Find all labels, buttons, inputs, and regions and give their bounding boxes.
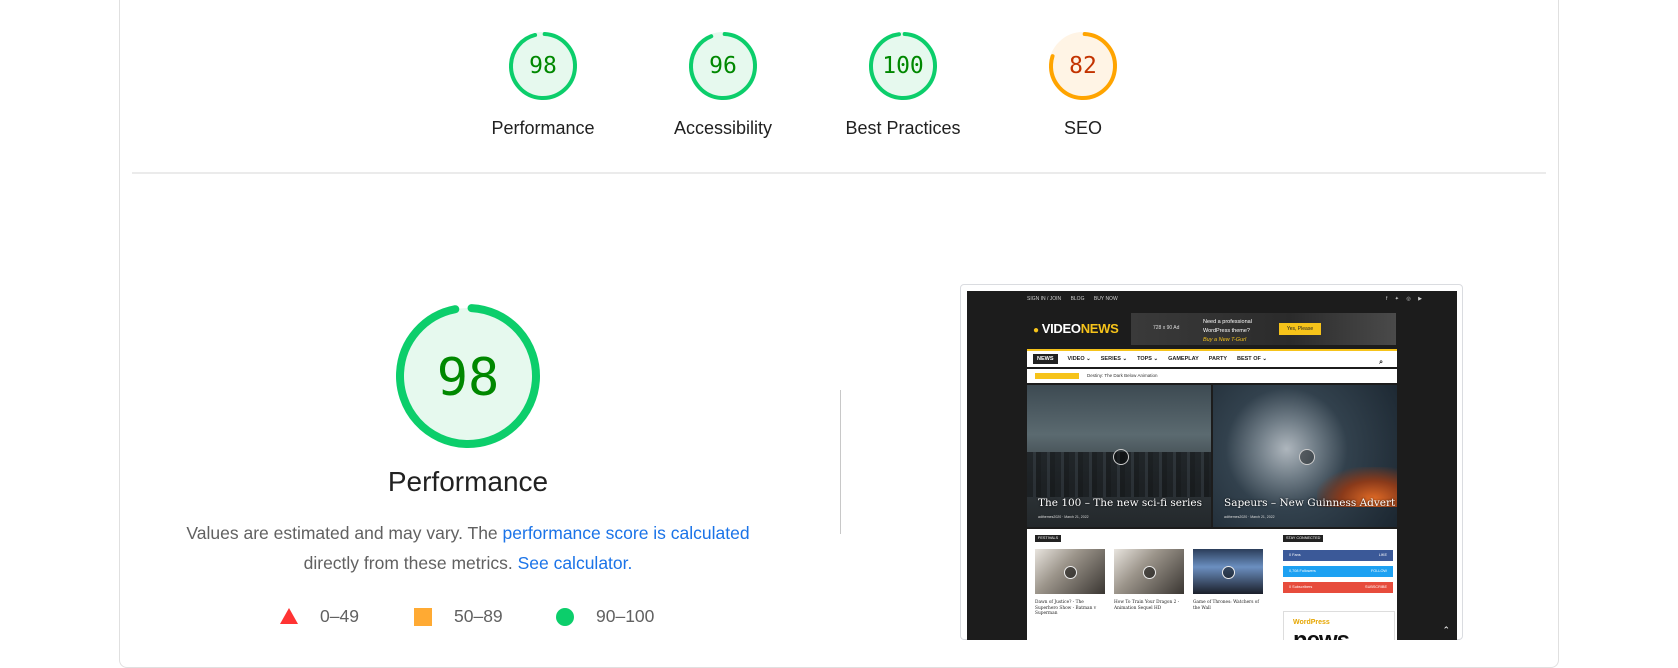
legend-range: 90–100: [596, 606, 655, 626]
gauge-label: Performance: [491, 118, 595, 138]
thumb-topbar-link: BUY NOW: [1093, 296, 1118, 302]
score-calculation-link[interactable]: performance score is calculated: [503, 523, 750, 543]
search-icon: ⌕: [1379, 359, 1383, 366]
social-action: SUBSCRIBE: [1365, 585, 1387, 589]
gauge-label: Best Practices: [845, 118, 961, 138]
gauge-score: 98: [529, 53, 557, 79]
play-icon: [1064, 566, 1077, 579]
logo-prefix: VIDEO: [1041, 321, 1081, 336]
thumb-card: [1035, 549, 1105, 594]
trending-badge: [1035, 373, 1079, 379]
thumb-logo: ● VIDEONEWS: [1033, 321, 1119, 336]
ad-line: Buy a New T-Gurl: [1203, 337, 1247, 343]
ad-button: Yes, Please: [1279, 323, 1321, 335]
social-youtube: 0 Subscribers SUBSCRIBE: [1283, 582, 1393, 593]
social-action: FOLLOW: [1370, 569, 1387, 573]
card-title: Game of Thrones: Watchers of the Wall: [1193, 600, 1259, 611]
thumb-social-icons: f ✦ ◎ ▶: [1386, 296, 1425, 302]
triangle-icon: [280, 608, 298, 624]
vertical-divider: [840, 390, 841, 534]
gauge-accessibility[interactable]: 96 Accessibility: [653, 30, 793, 139]
section-divider: [132, 172, 1546, 174]
circle-icon: [556, 608, 574, 626]
thumb-ad-banner: 728 x 90 Ad Need a professional WordPres…: [1131, 313, 1396, 345]
thumb-nav-item: PARTY: [1208, 356, 1227, 362]
thumb-topbar: SIGN IN / JOIN BLOG BUY NOW f ✦ ◎ ▶: [1027, 296, 1447, 308]
play-icon: [1299, 449, 1315, 465]
legend-range: 50–89: [454, 606, 503, 626]
hero-caption: The 100 – The new sci-fi series: [1038, 497, 1203, 509]
ad-line: WordPress theme?: [1203, 328, 1250, 334]
performance-gauge: 98: [396, 304, 540, 448]
thumb-trending-bar: Destiny: The Dark Below Animation: [1027, 369, 1397, 383]
desc-text: Values are estimated and may vary. The: [186, 523, 503, 543]
card-title: Dawn of Justice? - The Superhero Show - …: [1035, 600, 1097, 616]
category-summary: 98 Performance 96 Accessibility 100 Best…: [0, 0, 1678, 170]
thumb-nav-item: SERIES ⌄: [1100, 356, 1128, 362]
gauge-score: 96: [709, 53, 737, 79]
social-count: 0 Subscribers: [1289, 585, 1313, 589]
social-twitter: 0,708 Followers FOLLOW: [1283, 566, 1393, 577]
gauge-score: 82: [1069, 53, 1097, 79]
trending-text: Destiny: The Dark Below Animation: [1087, 373, 1158, 378]
ad-line: Need a professional: [1203, 319, 1252, 325]
logo-dot-icon: ●: [1033, 325, 1039, 336]
legend-range: 0–49: [320, 606, 359, 626]
square-icon: [414, 608, 432, 626]
section-label: FESTIVALS: [1035, 535, 1062, 542]
thumb-wp-ad: WordPress news: [1283, 611, 1395, 640]
thumb-lower-section: FESTIVALS STAY CONNECTED Dawn of Justice…: [1027, 529, 1397, 640]
thumb-nav-item: TOPS ⌄: [1137, 356, 1159, 362]
social-facebook: 0 Fans LIKE: [1283, 550, 1393, 561]
gauge-ring: 96: [689, 31, 757, 100]
thumb-nav-item: VIDEO ⌄: [1067, 356, 1091, 362]
hero-meta: adthemes2020 · March 21, 2022: [1038, 515, 1089, 519]
social-count: 0,708 Followers: [1289, 569, 1316, 573]
gauge-label: Accessibility: [673, 118, 773, 138]
performance-description: Values are estimated and may vary. The p…: [150, 518, 786, 578]
wp-ad-big: news: [1293, 627, 1350, 640]
wp-ad-small: WordPress: [1293, 619, 1330, 626]
desc-text: directly from these metrics.: [303, 553, 518, 573]
thumb-hero-left: The 100 – The new sci-fi series adthemes…: [1027, 385, 1211, 527]
hero-meta: adthemes2020 · March 21, 2022: [1224, 515, 1275, 519]
social-count: 0 Fans: [1289, 553, 1301, 557]
gauge-ring: 98: [509, 31, 577, 100]
gauge-ring: 82: [1049, 31, 1117, 100]
ad-text: Need a professional WordPress theme? Buy…: [1203, 318, 1252, 345]
play-icon: [1143, 566, 1156, 579]
thumb-topbar-link: BLOG: [1070, 296, 1085, 302]
gauge-ring: 100: [869, 31, 937, 100]
see-calculator-link[interactable]: See calculator.: [518, 553, 633, 573]
thumb-nav-item: BEST OF ⌄: [1237, 356, 1267, 362]
section-label: STAY CONNECTED: [1283, 535, 1324, 542]
play-icon: [1222, 566, 1235, 579]
gauge-best-practices[interactable]: 100 Best Practices: [833, 30, 973, 139]
scroll-top-icon: ⌃: [1442, 626, 1450, 636]
hero-caption: Sapeurs – New Guinness Advert: [1224, 497, 1396, 509]
card-title: How To Train Your Dragon 2 - Animation S…: [1114, 600, 1180, 611]
thumb-nav-item: NEWS: [1033, 354, 1058, 364]
social-action: LIKE: [1378, 553, 1387, 557]
gauge-score: 100: [882, 53, 924, 79]
ad-size: 728 x 90 Ad: [1153, 325, 1180, 331]
final-screenshot: SIGN IN / JOIN BLOG BUY NOW f ✦ ◎ ▶ ● VID…: [967, 291, 1457, 640]
thumb-topbar-link: SIGN IN / JOIN: [1027, 296, 1062, 302]
performance-score: 98: [437, 348, 500, 408]
logo-suffix: NEWS: [1080, 321, 1119, 336]
thumb-nav-item: GAMEPLAY: [1168, 356, 1199, 362]
performance-title: Performance: [387, 466, 549, 497]
thumb-hero-right: Sapeurs – New Guinness Advert adthemes20…: [1213, 385, 1397, 527]
gauge-performance[interactable]: 98 Performance: [473, 30, 613, 139]
gauge-label: SEO: [1063, 118, 1102, 138]
thumb-card: [1114, 549, 1184, 594]
play-icon: [1113, 449, 1129, 465]
thumb-nav: NEWS VIDEO ⌄ SERIES ⌄ TOPS ⌄ GAMEPLAY PARTY BE…: [1027, 349, 1397, 367]
gauge-seo[interactable]: 82 SEO: [1013, 30, 1153, 139]
thumb-card: [1193, 549, 1263, 594]
